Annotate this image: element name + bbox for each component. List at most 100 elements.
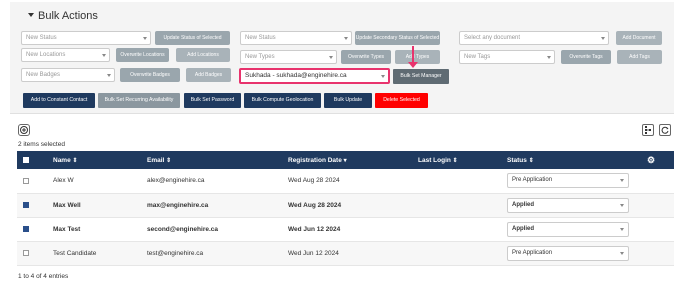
bulk-actions-header[interactable]: Bulk Actions xyxy=(28,10,98,22)
row-checkbox[interactable] xyxy=(23,177,29,184)
gear-icon[interactable]: ⚙ xyxy=(647,155,655,165)
sort-icon: ⇕ xyxy=(166,157,172,164)
last-login xyxy=(412,193,501,217)
status-select[interactable]: Pre Application xyxy=(507,173,629,189)
registration-date-header[interactable]: Registration Date ▾ xyxy=(282,151,412,169)
update-secondary-status-button[interactable]: Update Secondary Status of Selected xyxy=(355,31,440,45)
bulk-set-password-button[interactable]: Bulk Set Password xyxy=(184,93,241,108)
document-select[interactable]: Select any document xyxy=(459,31,609,45)
candidate-email: max@enginehire.ca xyxy=(147,201,209,209)
row-checkbox[interactable] xyxy=(23,225,29,232)
overwrite-types-button[interactable]: Overwrite Types xyxy=(341,50,391,64)
bulk-set-manager-button[interactable]: Bulk Set Manager xyxy=(393,69,449,84)
select-all-header[interactable] xyxy=(17,151,47,169)
registration-date: Wed Jun 12 2024 xyxy=(288,249,339,257)
registration-date-header-label: Registration Date xyxy=(288,156,342,164)
row-checkbox-cell[interactable] xyxy=(17,193,47,217)
row-checkbox-cell[interactable] xyxy=(17,241,47,265)
new-types-select[interactable]: New Types xyxy=(240,50,337,64)
table-row[interactable]: Max Well max@enginehire.ca Wed Aug 28 2024… xyxy=(17,193,674,217)
row-actions-cell xyxy=(641,241,674,265)
registration-date: Wed Aug 28 2024 xyxy=(288,201,342,209)
bulk-compute-geolocation-button[interactable]: Bulk Compute Geolocation xyxy=(244,93,321,108)
name-header[interactable]: Name ⇕ xyxy=(47,151,141,169)
row-actions-cell xyxy=(641,169,674,193)
new-status-placeholder: New Status xyxy=(26,35,57,41)
annotation-arrow-head xyxy=(408,62,418,68)
new-badges-placeholder: New Badges xyxy=(26,72,61,78)
sort-desc-icon: ▾ xyxy=(343,157,347,164)
candidate-email: alex@enginehire.ca xyxy=(147,177,205,185)
name-header-label: Name xyxy=(53,156,71,164)
add-to-constant-contact-button[interactable]: Add to Constant Contact xyxy=(23,93,95,108)
status-select[interactable]: Applied xyxy=(507,197,629,213)
candidate-name: Alex W xyxy=(53,177,74,185)
last-login-header[interactable]: Last Login ⇕ xyxy=(412,151,501,169)
delete-selected-button[interactable]: Delete Selected xyxy=(375,93,428,108)
add-tags-button[interactable]: Add Tags xyxy=(617,50,662,64)
select-all-checkbox[interactable] xyxy=(23,156,29,163)
selected-count: 2 items selected xyxy=(18,141,65,148)
status-value: Pre Application xyxy=(512,249,553,256)
last-login xyxy=(412,241,501,265)
chevron-down-icon xyxy=(620,227,624,231)
table-row[interactable]: Test Candidate test@enginehire.ca Wed Jun … xyxy=(17,241,674,265)
new-tags-placeholder: New Tags xyxy=(464,54,491,60)
registration-date: Wed Jun 12 2024 xyxy=(288,225,341,233)
chevron-down-icon xyxy=(143,37,147,40)
new-locations-select[interactable]: New Locations xyxy=(21,48,110,62)
new-types-placeholder: New Types xyxy=(245,54,275,60)
candidate-name: Max Well xyxy=(53,201,81,209)
status-value: Applied xyxy=(512,225,534,232)
candidate-name: Test Candidate xyxy=(53,249,97,257)
new-secondary-status-placeholder: New Status xyxy=(245,35,276,41)
chevron-down-icon xyxy=(620,203,624,207)
chevron-down-icon xyxy=(547,56,551,59)
refresh-button[interactable] xyxy=(659,124,671,136)
sort-icon: ⇕ xyxy=(72,157,78,164)
registration-date: Wed Aug 28 2024 xyxy=(288,177,340,185)
manager-select[interactable]: Sukhada - sukhada@enginehire.ca xyxy=(239,68,390,84)
candidate-email: test@enginehire.ca xyxy=(147,249,204,257)
add-document-button[interactable]: Add Document xyxy=(616,31,662,45)
settings-header[interactable]: ⚙ xyxy=(641,151,674,169)
bulk-update-button[interactable]: Bulk Update xyxy=(324,93,372,108)
new-secondary-status-select[interactable]: New Status xyxy=(240,31,352,45)
overwrite-tags-button[interactable]: Overwrite Tags xyxy=(561,50,611,64)
status-header[interactable]: Status ⇕ xyxy=(501,151,641,169)
status-select[interactable]: Pre Application xyxy=(507,245,629,261)
status-cell: Pre Application xyxy=(501,241,641,265)
row-checkbox-cell[interactable] xyxy=(17,217,47,241)
new-badges-select[interactable]: New Badges xyxy=(21,68,115,82)
overwrite-badges-button[interactable]: Overwrite Badges xyxy=(120,68,180,82)
add-button[interactable] xyxy=(18,124,30,136)
status-cell: Pre Application xyxy=(501,169,641,193)
pagination-info: 1 to 4 of 4 entries xyxy=(18,273,69,280)
candidates-table: Name ⇕ Email ⇕ Registration Date ▾ Last … xyxy=(17,151,674,266)
chevron-down-icon xyxy=(107,74,111,77)
row-checkbox-cell[interactable] xyxy=(17,169,47,193)
table-header-row: Name ⇕ Email ⇕ Registration Date ▾ Last … xyxy=(17,151,674,169)
email-header-label: Email xyxy=(147,156,165,164)
add-locations-button[interactable]: Add Locations xyxy=(176,48,230,62)
sort-icon: ⇕ xyxy=(452,157,458,164)
email-header[interactable]: Email ⇕ xyxy=(141,151,282,169)
row-checkbox[interactable] xyxy=(23,249,29,256)
new-tags-select[interactable]: New Tags xyxy=(459,50,555,64)
table-row[interactable]: Max Test second@enginehire.ca Wed Jun 12 2… xyxy=(17,217,674,241)
table-row[interactable]: Alex W alex@enginehire.ca Wed Aug 28 2024 P… xyxy=(17,169,674,193)
add-badges-button[interactable]: Add Badges xyxy=(186,68,231,82)
column-layout-button[interactable] xyxy=(642,124,654,136)
status-select[interactable]: Applied xyxy=(507,221,629,237)
manager-select-value: Sukhada - sukhada@enginehire.ca xyxy=(245,72,347,79)
bulk-set-recurring-availability-button[interactable]: Bulk Set Recurring Availability xyxy=(98,93,180,108)
bulk-actions-title: Bulk Actions xyxy=(38,10,98,22)
chevron-down-icon xyxy=(381,75,385,78)
plus-circle-icon xyxy=(20,126,28,134)
update-status-button[interactable]: Update Status of Selected xyxy=(155,31,230,45)
overwrite-locations-button[interactable]: Overwrite Locations xyxy=(116,48,169,62)
status-cell: Applied xyxy=(501,193,641,217)
chevron-down-icon xyxy=(329,56,333,59)
new-status-select[interactable]: New Status xyxy=(21,31,151,45)
row-checkbox[interactable] xyxy=(23,201,29,208)
